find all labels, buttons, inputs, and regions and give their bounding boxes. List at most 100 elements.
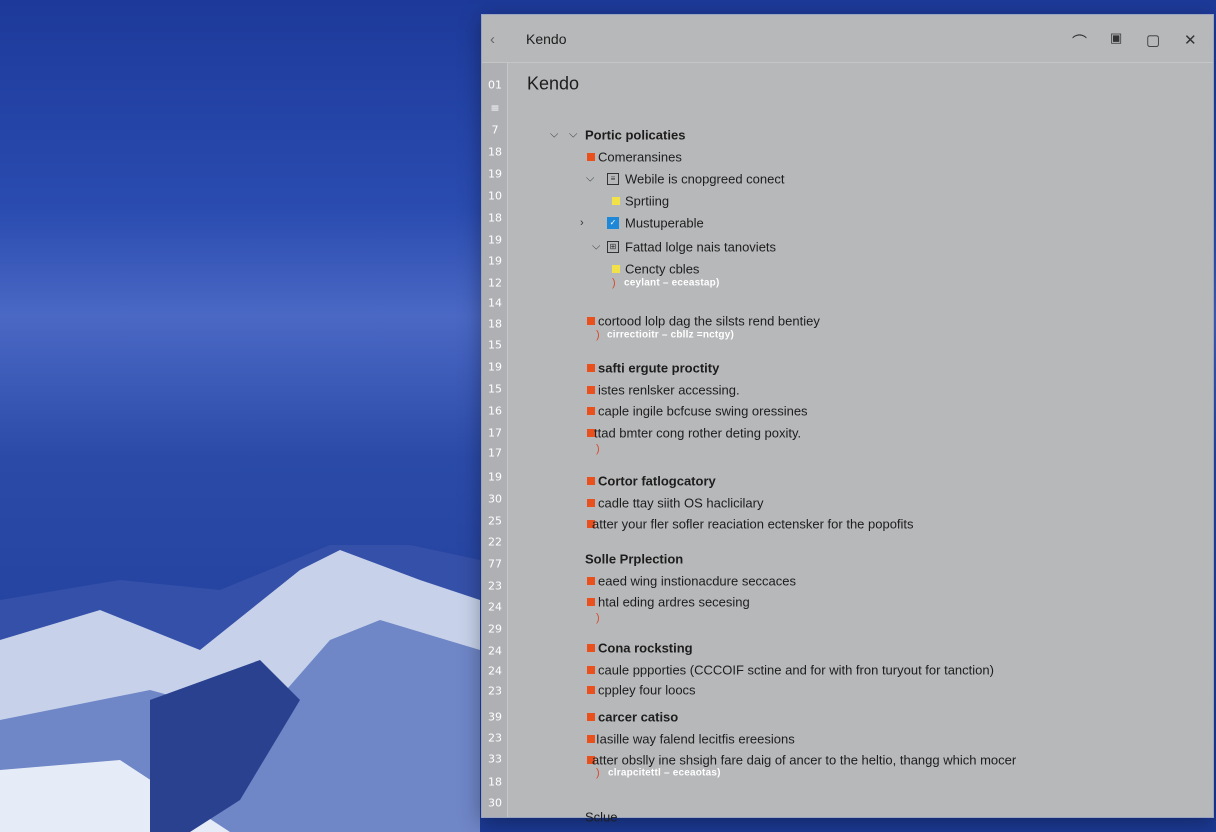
- marker-icon: [587, 598, 595, 606]
- marker-icon: [587, 713, 595, 721]
- list-item[interactable]: istes renlsker accessing.: [598, 383, 740, 398]
- tree-item[interactable]: Cencty cbles: [625, 262, 699, 277]
- line-number: 17: [488, 446, 502, 460]
- line-number: 18: [488, 211, 502, 225]
- line-number: 24: [488, 664, 502, 678]
- code-comment: clrapcitettl – eceaotas): [608, 767, 721, 779]
- marker-icon: [587, 364, 595, 372]
- line-number: 23: [488, 684, 502, 698]
- line-number: 19: [488, 167, 502, 181]
- close-button[interactable]: ✕: [1184, 31, 1197, 49]
- list-item[interactable]: atter obslly ine shsigh fare daig of anc…: [592, 753, 1016, 768]
- tree-item[interactable]: Mustuperable: [625, 216, 704, 231]
- closing-paren: ): [596, 443, 600, 455]
- marker-icon: [587, 386, 595, 394]
- table-icon: ⊞: [607, 241, 619, 253]
- closing-paren: ): [612, 277, 616, 289]
- yellow-marker-icon: [612, 197, 620, 205]
- line-number: 25: [488, 514, 502, 528]
- marker-icon: [587, 735, 595, 743]
- line-number: 33: [488, 752, 502, 766]
- chevron-down-icon[interactable]: ⌵: [592, 241, 600, 254]
- line-number: 39: [488, 710, 502, 724]
- line-number: 22: [488, 535, 502, 549]
- line-number: 29: [488, 622, 502, 636]
- code-comment: cirrectioitr – cbllz =nctgy): [607, 329, 735, 341]
- line-number: 19: [488, 233, 502, 247]
- line-number: 30: [488, 492, 502, 506]
- document-icon: ≡: [607, 173, 619, 185]
- snap-layout-button[interactable]: ▣: [1110, 30, 1122, 46]
- list-item[interactable]: eaed wing instionacdure seccaces: [598, 574, 796, 589]
- line-number: 30: [488, 796, 502, 810]
- line-number: 19: [488, 254, 502, 268]
- line-number: 24: [488, 644, 502, 658]
- list-item[interactable]: cppley four loocs: [598, 683, 696, 698]
- list-item[interactable]: caule ppporties (CCCOIF sctine and for w…: [598, 663, 994, 678]
- list-item[interactable]: htal eding ardres secesing: [598, 595, 750, 610]
- list-item[interactable]: ttad bmter cong rother deting poxity.: [594, 426, 801, 441]
- list-item[interactable]: atter your fler sofler reaciation ectens…: [592, 517, 914, 532]
- tree-root[interactable]: Portic policaties: [585, 128, 685, 143]
- line-number: 18: [488, 145, 502, 159]
- line-number: 01: [488, 78, 502, 92]
- list-item[interactable]: cadle ttay siith OS haclicilary: [598, 496, 763, 511]
- tree-item[interactable]: Webile is cnopgreed conect: [625, 172, 784, 187]
- line-number: ≡: [490, 101, 500, 115]
- line-number: 15: [488, 382, 502, 396]
- marker-icon: [587, 477, 595, 485]
- section-title: Cona rocksting: [598, 640, 693, 656]
- line-number: 19: [488, 470, 502, 484]
- line-number: 23: [488, 579, 502, 593]
- line-number: 7: [491, 123, 499, 137]
- section-title: safti ergute proctity: [598, 360, 720, 376]
- line-number: 19: [488, 360, 502, 374]
- window-title: Kendo: [526, 31, 567, 47]
- maximize-button[interactable]: ▢: [1146, 31, 1160, 49]
- marker-icon: [587, 317, 595, 325]
- line-number: 12: [488, 276, 502, 290]
- marker-icon: [587, 686, 595, 694]
- yellow-marker-icon: [612, 265, 620, 273]
- chevron-down-icon[interactable]: ⌵: [586, 173, 594, 186]
- line-number: 14: [488, 296, 502, 310]
- line-number: 15: [488, 338, 502, 352]
- line-number: 16: [488, 404, 502, 418]
- back-icon[interactable]: ‹: [490, 31, 495, 48]
- kendo-window: ‹ Kendo ⌒ ▣ ▢ ✕ 01 ≡ 7 18 19 10 18 19 19 12 14 18 15…: [481, 14, 1214, 825]
- marker-icon: [587, 644, 595, 652]
- code-comment: ceylant – eceastap): [624, 277, 720, 289]
- section-title: Cortor fatlogcatory: [598, 473, 716, 489]
- chevron-right-icon[interactable]: ›: [580, 217, 584, 229]
- closing-paren: ): [596, 612, 600, 624]
- tree-item[interactable]: Comeransines: [598, 150, 682, 165]
- title-bar: ‹ Kendo ⌒ ▣ ▢ ✕: [482, 15, 1213, 63]
- section-title: carcer catiso: [598, 709, 679, 725]
- line-number: 17: [488, 426, 502, 440]
- marker-icon: [587, 407, 595, 415]
- list-item[interactable]: caple ingile bcfcuse swing oressines: [598, 404, 808, 419]
- tree-item[interactable]: Sprtiing: [625, 194, 669, 209]
- line-number: 10: [488, 189, 502, 203]
- chevron-down-icon[interactable]: ⌵: [569, 129, 577, 142]
- app-icon: ✓: [607, 217, 619, 229]
- tree-item[interactable]: Fattad lolge nais tanoviets: [625, 240, 776, 255]
- closing-paren: ): [596, 329, 600, 341]
- list-item[interactable]: Iasille way falend lecitfis ereesions: [596, 732, 795, 747]
- chevron-down-icon[interactable]: ⌵: [550, 129, 558, 142]
- tree-item[interactable]: cortood lolp dag the silsts rend bentiey: [598, 314, 820, 329]
- page-heading: Kendo: [527, 73, 580, 94]
- closing-paren: ): [596, 767, 600, 779]
- line-number: 24: [488, 600, 502, 614]
- minimize-button[interactable]: ⌒: [1072, 31, 1087, 52]
- marker-icon: [587, 666, 595, 674]
- marker-icon: [587, 153, 595, 161]
- line-number: 18: [488, 775, 502, 789]
- marker-icon: [587, 499, 595, 507]
- section-title: Sclue: [585, 809, 618, 825]
- line-number: 77: [488, 557, 502, 571]
- line-number: 18: [488, 317, 502, 331]
- section-title: Solle Prplection: [585, 551, 684, 567]
- line-number: 23: [488, 731, 502, 745]
- marker-icon: [587, 577, 595, 585]
